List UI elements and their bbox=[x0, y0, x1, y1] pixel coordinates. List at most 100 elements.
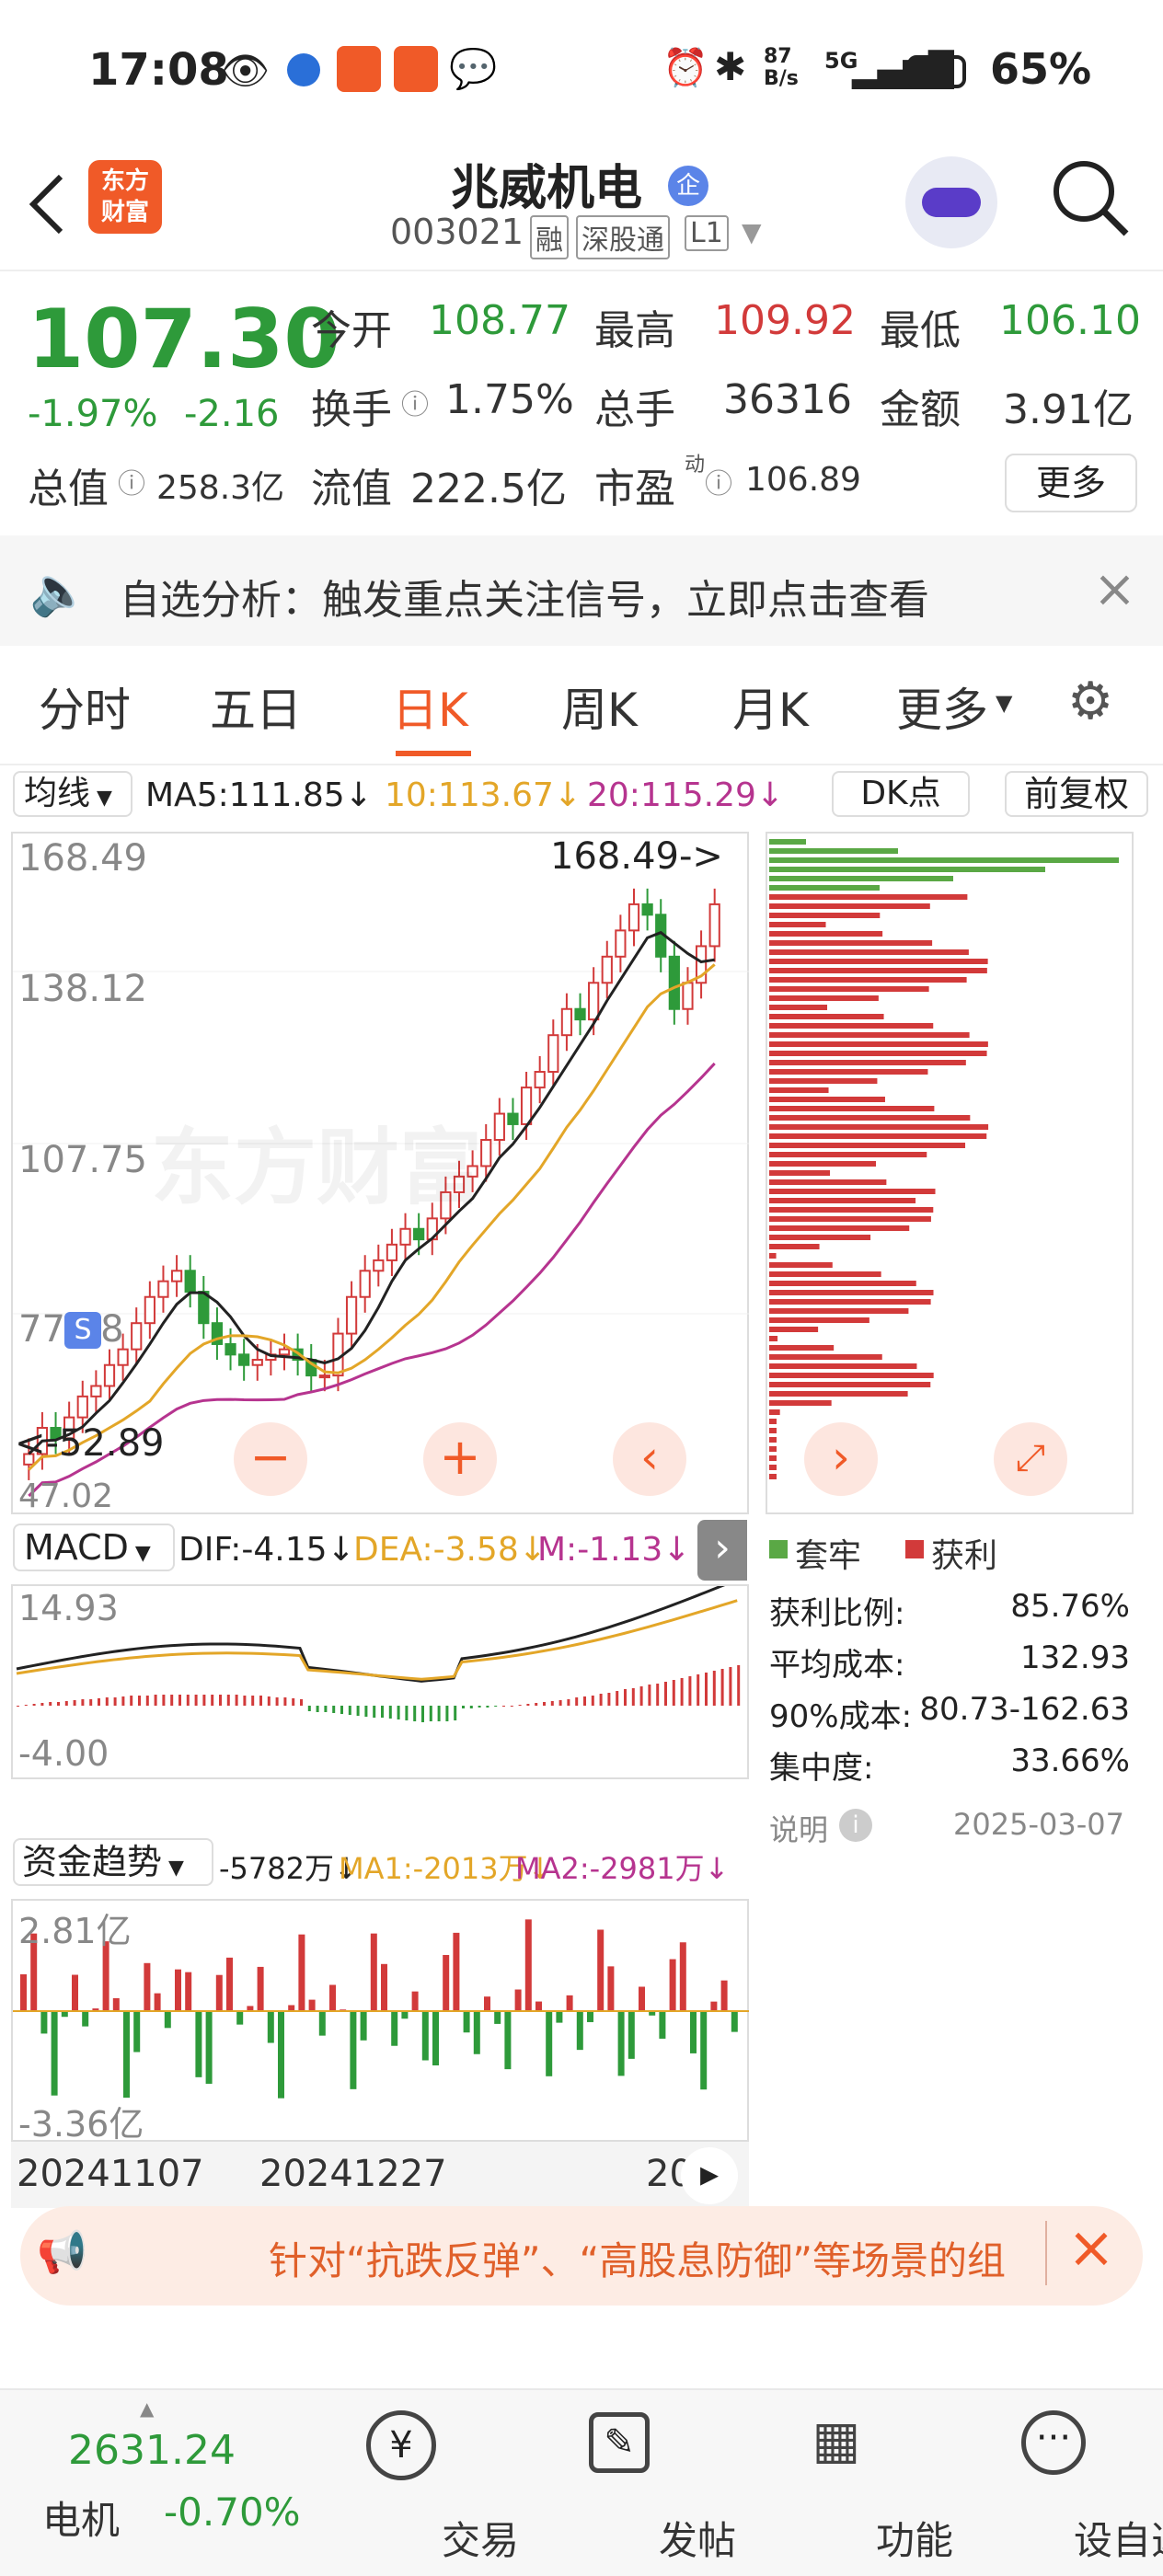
zoom-out-button[interactable]: − bbox=[234, 1422, 307, 1496]
candle-body bbox=[480, 1139, 492, 1167]
chip-note-link[interactable]: 说明 bbox=[769, 1807, 828, 1849]
chip-bar bbox=[769, 1032, 970, 1038]
more-button[interactable]: 更多 bbox=[1005, 454, 1137, 512]
macd-bar bbox=[202, 1695, 206, 1706]
index-change[interactable]: -0.70% bbox=[164, 2490, 301, 2535]
trade-icon: ¥ bbox=[366, 2410, 436, 2480]
chip-bar bbox=[769, 1115, 971, 1121]
enterprise-badge: 企 bbox=[668, 166, 708, 206]
macd-bar bbox=[680, 1678, 684, 1706]
fund-bar bbox=[236, 2011, 244, 2025]
dea-line bbox=[16, 1599, 738, 1681]
macd-bar bbox=[510, 1706, 513, 1707]
chip-bar bbox=[769, 1198, 916, 1203]
signal-s-icon[interactable]: S bbox=[64, 1312, 101, 1349]
fund-trend-selector[interactable]: 资金趋势 ▼ bbox=[13, 1838, 213, 1886]
expand-indicator-button[interactable]: › bbox=[697, 1520, 747, 1581]
chevron-down-icon[interactable]: ▼ bbox=[996, 690, 1012, 716]
dk-point-button[interactable]: DK点 bbox=[832, 771, 970, 817]
fullscreen-icon[interactable]: ⤢ bbox=[994, 1422, 1067, 1496]
play-right-icon[interactable]: ▸ bbox=[681, 2147, 738, 2204]
app-logo[interactable]: 东方 财富 bbox=[88, 160, 162, 234]
macd-panel[interactable]: 14.93 -4.00 bbox=[11, 1584, 749, 1779]
info-icon[interactable]: ⓘ bbox=[705, 461, 732, 501]
macd-bar bbox=[381, 1706, 384, 1718]
scroll-left-button[interactable]: ‹ bbox=[613, 1422, 686, 1496]
macd-bar bbox=[259, 1696, 262, 1706]
back-icon[interactable] bbox=[22, 167, 68, 241]
fund-panel[interactable]: 2.81亿 -3.36亿 bbox=[11, 1899, 749, 2145]
macd-bar bbox=[40, 1703, 44, 1706]
chip-stat-label: 获利比例: bbox=[769, 1595, 905, 1632]
promo-banner[interactable]: 📢 针对“抗跌反弹”、“高股息防御”等场景的组 × bbox=[20, 2206, 1143, 2306]
scroll-right-button[interactable]: › bbox=[804, 1422, 878, 1496]
macd-bar bbox=[267, 1696, 271, 1706]
fund-bar bbox=[669, 1959, 676, 2011]
dea-value: DEA:-3.58↓ bbox=[353, 1531, 547, 1569]
tab-monthly[interactable]: 月K bbox=[732, 673, 809, 740]
fund-bar bbox=[257, 1966, 264, 2011]
macd-bar bbox=[32, 1704, 36, 1706]
zoom-in-button[interactable]: + bbox=[423, 1422, 497, 1496]
macd-bar bbox=[170, 1695, 174, 1706]
macd-bar bbox=[105, 1697, 109, 1706]
battery-level: 65% bbox=[990, 44, 1092, 94]
mcap-value: 258.3亿 bbox=[156, 469, 285, 507]
chip-bar bbox=[769, 894, 968, 900]
info-icon[interactable]: ⓘ bbox=[118, 461, 145, 501]
tab-5day[interactable]: 五日 bbox=[210, 673, 302, 740]
fund-bar bbox=[443, 1954, 450, 2011]
wechat-icon: 💬 bbox=[449, 46, 498, 91]
analysis-alert[interactable]: 🔈 自选分析：触发重点关注信号，立即点击查看 × bbox=[0, 535, 1163, 646]
search-icon[interactable] bbox=[1049, 156, 1132, 239]
macd-y-top: 14.93 bbox=[18, 1588, 119, 1628]
index-value[interactable]: 2631.24 bbox=[68, 2427, 236, 2474]
chevron-up-icon[interactable]: ▲ bbox=[140, 2398, 154, 2420]
macd-bar bbox=[364, 1706, 368, 1717]
candle-body bbox=[117, 1348, 129, 1366]
macd-bar bbox=[486, 1706, 489, 1708]
chip-bar bbox=[769, 959, 988, 964]
robot-assistant-icon[interactable] bbox=[905, 156, 997, 248]
chip-bar bbox=[769, 848, 898, 854]
mcap-label: 总值 bbox=[28, 466, 109, 512]
open-label: 今开 bbox=[311, 307, 392, 354]
info-icon[interactable]: i bbox=[839, 1809, 872, 1842]
info-icon[interactable]: ⓘ bbox=[401, 382, 429, 422]
tab-weekly[interactable]: 周K bbox=[561, 673, 638, 740]
chip-bar bbox=[769, 922, 826, 927]
candle-body bbox=[682, 982, 694, 1010]
fund-bar bbox=[607, 1966, 615, 2011]
macd-bar bbox=[616, 1691, 619, 1706]
tab-more[interactable]: 更多 bbox=[896, 673, 988, 740]
macd-bar bbox=[226, 1695, 230, 1706]
high-value: 109.92 bbox=[714, 297, 856, 344]
fund-bar bbox=[82, 2011, 89, 2027]
ma-selector[interactable]: 均线 ▼ bbox=[13, 771, 132, 817]
chevron-down-icon[interactable]: ▼ bbox=[742, 217, 762, 247]
candle-body bbox=[493, 1112, 505, 1142]
tab-intraday[interactable]: 分时 bbox=[39, 673, 131, 740]
fund-bar bbox=[576, 2011, 583, 2051]
macd-selector[interactable]: MACD ▼ bbox=[13, 1524, 175, 1571]
chip-bar bbox=[769, 1189, 936, 1194]
volume-label: 总手 bbox=[594, 386, 675, 433]
close-icon[interactable]: × bbox=[1067, 2214, 1115, 2281]
date-label-start: 20241107 bbox=[17, 2153, 204, 2195]
chip-bar bbox=[769, 1124, 989, 1130]
tab-daily[interactable]: 日K bbox=[392, 673, 468, 740]
macd-bar bbox=[49, 1702, 52, 1706]
macd-bar bbox=[550, 1701, 554, 1706]
chip-stat-value: 33.66% bbox=[1010, 1742, 1130, 1779]
chip-bar bbox=[769, 931, 883, 937]
index-name[interactable]: 电机 bbox=[42, 2490, 120, 2546]
close-icon[interactable]: × bbox=[1093, 559, 1136, 619]
chip-bar bbox=[769, 1041, 988, 1047]
macd-bar bbox=[462, 1706, 465, 1708]
chip-panel[interactable]: › ⤢ bbox=[766, 832, 1134, 1514]
kline-panel[interactable]: 东方财富 168.49 138.12 107.75 77.38 47.02 16… bbox=[11, 832, 749, 1515]
candle-body bbox=[103, 1363, 116, 1387]
y-label-3: 107.75 bbox=[18, 1139, 147, 1181]
settings-gear-icon[interactable]: ⚙ bbox=[1067, 672, 1113, 731]
adjust-button[interactable]: 前复权 bbox=[1005, 771, 1148, 817]
